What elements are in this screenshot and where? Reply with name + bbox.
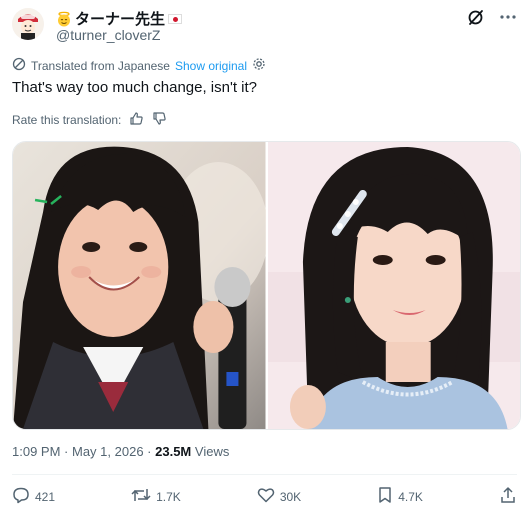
like-count: 30K <box>279 489 302 504</box>
reply-count: 421 <box>35 489 56 504</box>
bookmark-icon <box>377 486 393 507</box>
gear-icon[interactable] <box>252 57 266 74</box>
views-label: Views <box>194 444 230 459</box>
translation-notice: Translated from Japanese Show original <box>12 57 266 74</box>
tweet-date[interactable]: May 1, 2026 <box>72 444 144 459</box>
heart-icon <box>257 486 275 507</box>
reply-icon <box>12 486 30 507</box>
meta-separator: · <box>147 444 156 459</box>
avatar[interactable] <box>12 8 44 40</box>
author-display-name[interactable]: ターナー先生 <box>75 8 165 29</box>
like-button[interactable]: 30K <box>257 486 301 507</box>
tweet-time[interactable]: 1:09 PM <box>12 444 60 459</box>
share-icon <box>499 486 517 507</box>
repost-icon <box>131 486 151 507</box>
meta-separator: · <box>64 444 72 459</box>
more-options-icon[interactable] <box>499 8 517 26</box>
rate-translation: Rate this translation: <box>12 111 167 129</box>
rate-label: Rate this translation: <box>12 113 122 127</box>
thumbs-down-icon[interactable] <box>152 111 167 129</box>
views-count: 23.5M <box>155 444 192 459</box>
bookmark-count: 4.7K <box>398 489 423 504</box>
repost-button[interactable]: 1.7K <box>131 486 181 507</box>
tweet-meta: 1:09 PM · May 1, 2026 · 23.5M Views <box>12 444 229 459</box>
bookmark-button[interactable]: 4.7K <box>377 486 423 507</box>
media-grid <box>12 141 521 430</box>
author-name-row[interactable]: ターナー先生 <box>56 8 183 29</box>
translate-icon <box>12 57 26 74</box>
repost-count: 1.7K <box>156 489 181 504</box>
share-button[interactable] <box>499 486 517 507</box>
tweet-text: That's way too much change, isn't it? <box>12 79 258 96</box>
action-bar: 421 1.7K 30K 4.7K <box>12 486 517 507</box>
thumbs-up-icon[interactable] <box>129 111 144 129</box>
reply-button[interactable]: 421 <box>12 486 55 507</box>
divider <box>12 474 517 475</box>
translated-label: Translated from Japanese <box>31 58 170 73</box>
photo-left[interactable] <box>13 142 266 429</box>
grok-icon[interactable] <box>467 8 485 26</box>
show-original-link[interactable]: Show original <box>175 59 247 73</box>
author-handle[interactable]: @turner_cloverZ <box>56 27 160 43</box>
smiling-face-with-halo-icon <box>58 11 70 26</box>
japan-flag-icon <box>168 13 183 24</box>
photo-right[interactable] <box>267 142 520 429</box>
